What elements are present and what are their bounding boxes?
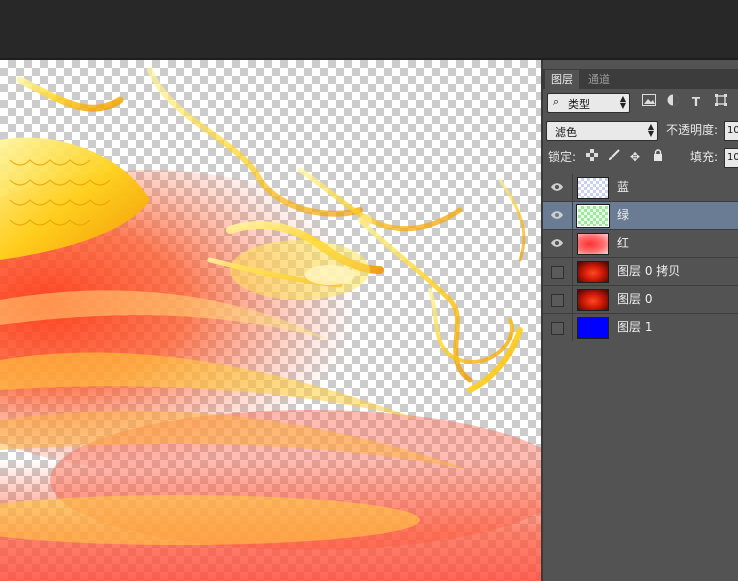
lock-image-pixels-icon[interactable] bbox=[606, 148, 622, 166]
opacity-label: 不透明度: bbox=[666, 123, 719, 137]
visibility-toggle[interactable] bbox=[543, 230, 573, 257]
visibility-toggle[interactable] bbox=[543, 258, 573, 285]
layer-row-layer0[interactable]: 图层 0 bbox=[543, 286, 738, 314]
visibility-toggle[interactable] bbox=[543, 174, 573, 201]
layer-thumbnail bbox=[577, 289, 609, 311]
tab-channels[interactable]: 通道 bbox=[582, 70, 616, 89]
layer-thumbnail bbox=[577, 233, 609, 255]
tab-layers[interactable]: 图层 bbox=[545, 70, 579, 89]
dragon-artwork bbox=[0, 67, 541, 581]
lock-transparency-icon[interactable] bbox=[584, 148, 600, 166]
layer-name: 图层 1 bbox=[617, 320, 653, 334]
layer-name: 图层 0 bbox=[617, 292, 653, 306]
hidden-visibility-box bbox=[551, 322, 564, 335]
spinner-arrows-icon: ▲ ▼ bbox=[619, 94, 626, 110]
eye-icon bbox=[551, 183, 563, 191]
layer-row-layer0-copy[interactable]: 图层 0 拷贝 bbox=[543, 258, 738, 286]
fill-input[interactable]: 100% bbox=[724, 148, 738, 168]
visibility-toggle[interactable] bbox=[543, 202, 573, 229]
opacity-input[interactable]: 100% bbox=[724, 121, 738, 141]
layer-name: 红 bbox=[617, 236, 630, 250]
fill-label: 填充: bbox=[690, 150, 719, 164]
eye-icon bbox=[551, 239, 563, 247]
visibility-toggle[interactable] bbox=[543, 286, 573, 313]
layer-name: 图层 0 拷贝 bbox=[617, 264, 681, 278]
lock-label: 锁定: bbox=[548, 150, 577, 164]
options-bar bbox=[0, 0, 738, 58]
text-filter-icon[interactable]: T bbox=[687, 93, 705, 111]
adjustment-filter-icon[interactable] bbox=[664, 93, 682, 111]
eye-icon bbox=[551, 211, 563, 219]
image-filter-icon[interactable] bbox=[640, 93, 658, 111]
hidden-visibility-box bbox=[551, 294, 564, 307]
layer-thumbnail bbox=[577, 205, 609, 227]
layer-row-red[interactable]: 红 bbox=[543, 230, 738, 258]
document-canvas[interactable] bbox=[0, 60, 541, 581]
layer-thumbnail bbox=[577, 261, 609, 283]
spinner-arrows-icon: ▲ ▼ bbox=[647, 122, 654, 138]
layer-kind-filter-select[interactable]: ⌕ 类型 ▲ ▼ bbox=[547, 93, 630, 113]
kind-filter-label: 类型 bbox=[568, 98, 590, 111]
shape-filter-icon[interactable] bbox=[712, 93, 730, 111]
layers-panel-empty-area bbox=[543, 341, 738, 581]
layer-row-layer1[interactable]: 图层 1 bbox=[543, 314, 738, 342]
hidden-visibility-box bbox=[551, 266, 564, 279]
layers-list: 蓝 绿 红 图层 0 拷贝 图层 0 图层 1 bbox=[543, 174, 738, 342]
layer-name: 蓝 bbox=[617, 180, 630, 194]
layer-thumbnail bbox=[577, 177, 609, 199]
lock-position-icon[interactable]: ✥ bbox=[627, 148, 643, 166]
visibility-toggle[interactable] bbox=[543, 314, 573, 341]
blend-mode-select[interactable]: 滤色 ▲ ▼ bbox=[546, 121, 658, 141]
layer-name: 绿 bbox=[617, 208, 630, 222]
layer-thumbnail bbox=[577, 317, 609, 339]
search-icon: ⌕ bbox=[553, 95, 560, 108]
blend-mode-value: 滤色 bbox=[555, 126, 577, 139]
layer-row-green[interactable]: 绿 bbox=[543, 202, 738, 230]
layer-row-blue[interactable]: 蓝 bbox=[543, 174, 738, 202]
lock-all-icon[interactable] bbox=[650, 148, 666, 166]
